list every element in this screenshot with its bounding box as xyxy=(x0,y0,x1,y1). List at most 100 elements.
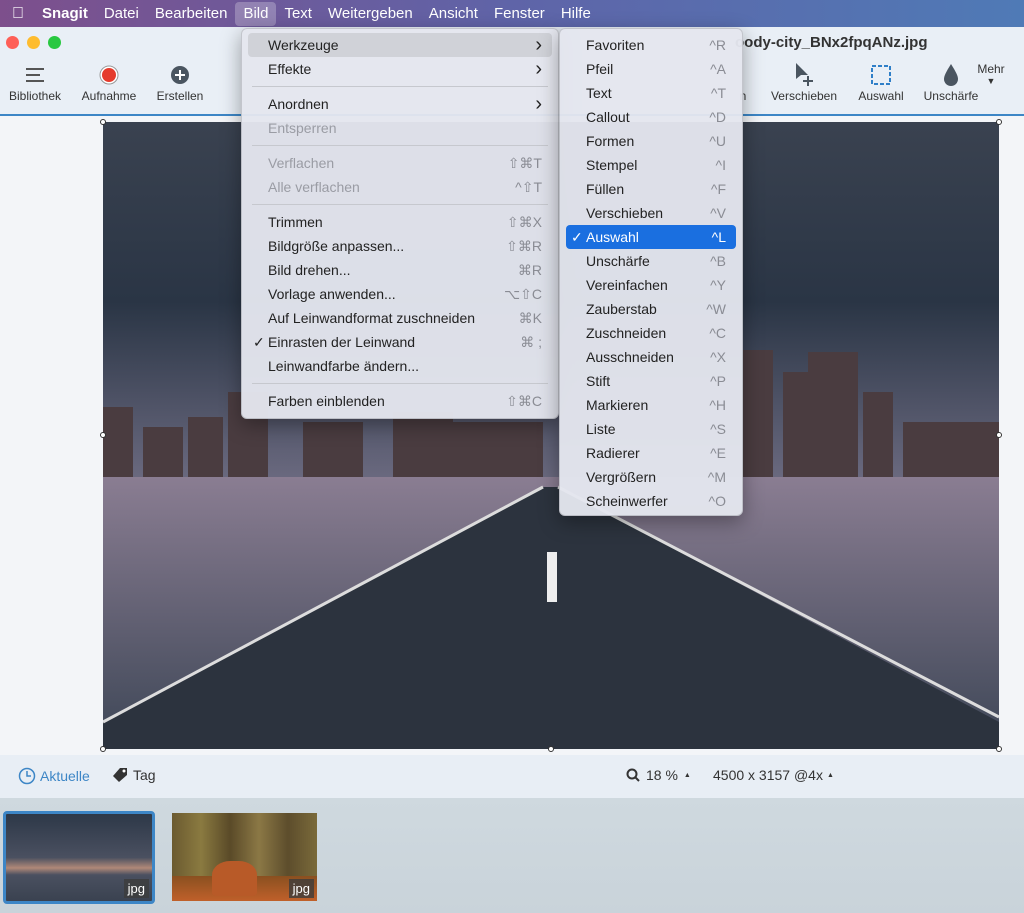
shortcut-label: ^L xyxy=(711,229,726,245)
menu-item-scheinwerfer[interactable]: Scheinwerfer ^O xyxy=(566,489,736,513)
menu-item-label: Vorlage anwenden... xyxy=(268,286,396,302)
menu-item-effekte[interactable]: Effekte › xyxy=(248,57,552,81)
recent-tray: jpg jpg xyxy=(0,798,1024,913)
menu-item-radierer[interactable]: Radierer ^E xyxy=(566,441,736,465)
menu-item-stift[interactable]: Stift ^P xyxy=(566,369,736,393)
tag-button[interactable]: Tag xyxy=(112,767,156,783)
shortcut-label: ^T xyxy=(710,85,726,101)
shortcut-label: ^C xyxy=(709,325,726,341)
menu-item-farben-einblenden[interactable]: Farben einblenden ⇧⌘C xyxy=(248,389,552,413)
menu-item-leinwandfarbe-ändern[interactable]: Leinwandfarbe ändern... xyxy=(248,354,552,378)
shortcut-label: ^W xyxy=(706,301,726,317)
menu-item-label: Formen xyxy=(586,133,635,149)
menu-text[interactable]: Text xyxy=(276,2,320,26)
menu-item-zuschneiden[interactable]: Zuschneiden ^C xyxy=(566,321,736,345)
menu-separator xyxy=(252,383,548,384)
bottom-bar: Aktuelle Tag 18 % ▲ 4500 x 3157 @4x ▲ xyxy=(0,755,1024,798)
apple-menu-icon[interactable]:  xyxy=(0,5,34,23)
menu-fenster[interactable]: Fenster xyxy=(486,2,553,26)
recent-button[interactable]: Aktuelle xyxy=(18,767,90,785)
thumbnail-city[interactable]: jpg xyxy=(3,811,155,904)
menu-item-label: Zuschneiden xyxy=(586,325,667,341)
more-button[interactable]: Mehr ▼ xyxy=(972,62,1010,86)
menu-item-verflachen: Verflachen ⇧⌘T xyxy=(248,151,552,175)
menu-item-ausschneiden[interactable]: Ausschneiden ^X xyxy=(566,345,736,369)
shortcut-label: ^I xyxy=(715,157,726,173)
menu-item-vorlage-anwenden[interactable]: Vorlage anwenden... ⌥⇧C xyxy=(248,282,552,306)
menu-item-liste[interactable]: Liste ^S xyxy=(566,417,736,441)
close-window-button[interactable] xyxy=(6,36,19,49)
zoom-window-button[interactable] xyxy=(48,36,61,49)
menu-item-auf-leinwandformat-zuschneiden[interactable]: Auf Leinwandformat zuschneiden ⌘K xyxy=(248,306,552,330)
menu-bearbeiten[interactable]: Bearbeiten xyxy=(147,2,236,26)
zoom-value: 18 % xyxy=(646,767,678,783)
move-tool-button[interactable]: Verschieben xyxy=(766,61,842,103)
caret-up-icon: ▲ xyxy=(826,771,834,779)
menu-item-label: Bild drehen... xyxy=(268,262,351,278)
menu-item-markieren[interactable]: Markieren ^H xyxy=(566,393,736,417)
resize-handle[interactable] xyxy=(100,432,106,438)
menu-item-stempel[interactable]: Stempel ^I xyxy=(566,153,736,177)
capture-button[interactable]: Aufnahme xyxy=(78,61,140,103)
menu-item-label: Zauberstab xyxy=(586,301,657,317)
menu-item-unschärfe[interactable]: Unschärfe ^B xyxy=(566,249,736,273)
selection-tool-button[interactable]: Auswahl xyxy=(854,61,908,103)
menu-item-label: Auswahl xyxy=(586,229,639,245)
menu-hilfe[interactable]: Hilfe xyxy=(553,2,599,26)
menu-item-vergrößern[interactable]: Vergrößern ^M xyxy=(566,465,736,489)
menu-item-verschieben[interactable]: Verschieben ^V xyxy=(566,201,736,225)
menu-item-alle-verflachen: Alle verflachen ^⇧T xyxy=(248,175,552,199)
menu-item-favoriten[interactable]: Favoriten ^R xyxy=(566,33,736,57)
shortcut-label: ^X xyxy=(710,349,726,365)
shortcut-label: ^E xyxy=(710,445,726,461)
menu-item-label: Vereinfachen xyxy=(586,277,668,293)
resize-handle[interactable] xyxy=(996,432,1002,438)
menu-item-callout[interactable]: Callout ^D xyxy=(566,105,736,129)
menu-datei[interactable]: Datei xyxy=(96,2,147,26)
file-type-badge: jpg xyxy=(123,879,149,898)
menu-item-formen[interactable]: Formen ^U xyxy=(566,129,736,153)
menu-item-trimmen[interactable]: Trimmen ⇧⌘X xyxy=(248,210,552,234)
resize-handle[interactable] xyxy=(996,746,1002,752)
menu-item-label: Scheinwerfer xyxy=(586,493,668,509)
menu-item-label: Verflachen xyxy=(268,155,335,171)
blur-tool-label: Unschärfe xyxy=(923,89,979,103)
shortcut-label: ^D xyxy=(709,109,726,125)
menu-item-auswahl[interactable]: ✓ Auswahl ^L xyxy=(566,225,736,249)
menu-item-vereinfachen[interactable]: Vereinfachen ^Y xyxy=(566,273,736,297)
menu-snagit[interactable]: Snagit xyxy=(34,2,96,26)
menu-item-zauberstab[interactable]: Zauberstab ^W xyxy=(566,297,736,321)
menu-item-bild-drehen[interactable]: Bild drehen... ⌘R xyxy=(248,258,552,282)
menu-item-pfeil[interactable]: Pfeil ^A xyxy=(566,57,736,81)
menu-item-text[interactable]: Text ^T xyxy=(566,81,736,105)
menu-separator xyxy=(252,204,548,205)
library-button[interactable]: Bibliothek xyxy=(4,61,66,103)
create-button[interactable]: Erstellen xyxy=(150,61,210,103)
resize-handle[interactable] xyxy=(548,746,554,752)
menu-item-label: Favoriten xyxy=(586,37,645,53)
menu-item-einrasten-der-leinwand[interactable]: ✓ Einrasten der Leinwand ⌘ ; xyxy=(248,330,552,354)
shortcut-label: ⇧⌘C xyxy=(506,392,542,409)
dimensions-control[interactable]: 4500 x 3157 @4x ▲ xyxy=(713,767,834,783)
minimize-window-button[interactable] xyxy=(27,36,40,49)
menu-item-label: Verschieben xyxy=(586,205,664,221)
resize-handle[interactable] xyxy=(100,746,106,752)
resize-handle[interactable] xyxy=(100,119,106,125)
menu-weitergeben[interactable]: Weitergeben xyxy=(320,2,421,26)
recent-label: Aktuelle xyxy=(40,768,90,784)
menu-item-anordnen[interactable]: Anordnen › xyxy=(248,92,552,116)
selection-tool-label: Auswahl xyxy=(858,89,904,103)
resize-handle[interactable] xyxy=(996,119,1002,125)
menu-item-label: Stempel xyxy=(586,157,638,173)
menu-item-füllen[interactable]: Füllen ^F xyxy=(566,177,736,201)
menu-item-werkzeuge[interactable]: Werkzeuge › xyxy=(248,33,552,57)
menu-item-bildgröße-anpassen[interactable]: Bildgröße anpassen... ⇧⌘R xyxy=(248,234,552,258)
menu-separator xyxy=(252,145,548,146)
thumbnail-fox[interactable]: jpg xyxy=(172,813,317,901)
menu-ansicht[interactable]: Ansicht xyxy=(421,2,486,26)
zoom-control[interactable]: 18 % ▲ xyxy=(626,767,691,783)
shortcut-label: ^U xyxy=(709,133,726,149)
menu-item-label: Markieren xyxy=(586,397,649,413)
menu-item-label: Werkzeuge xyxy=(268,37,339,53)
menu-bild[interactable]: Bild xyxy=(235,1,277,26)
